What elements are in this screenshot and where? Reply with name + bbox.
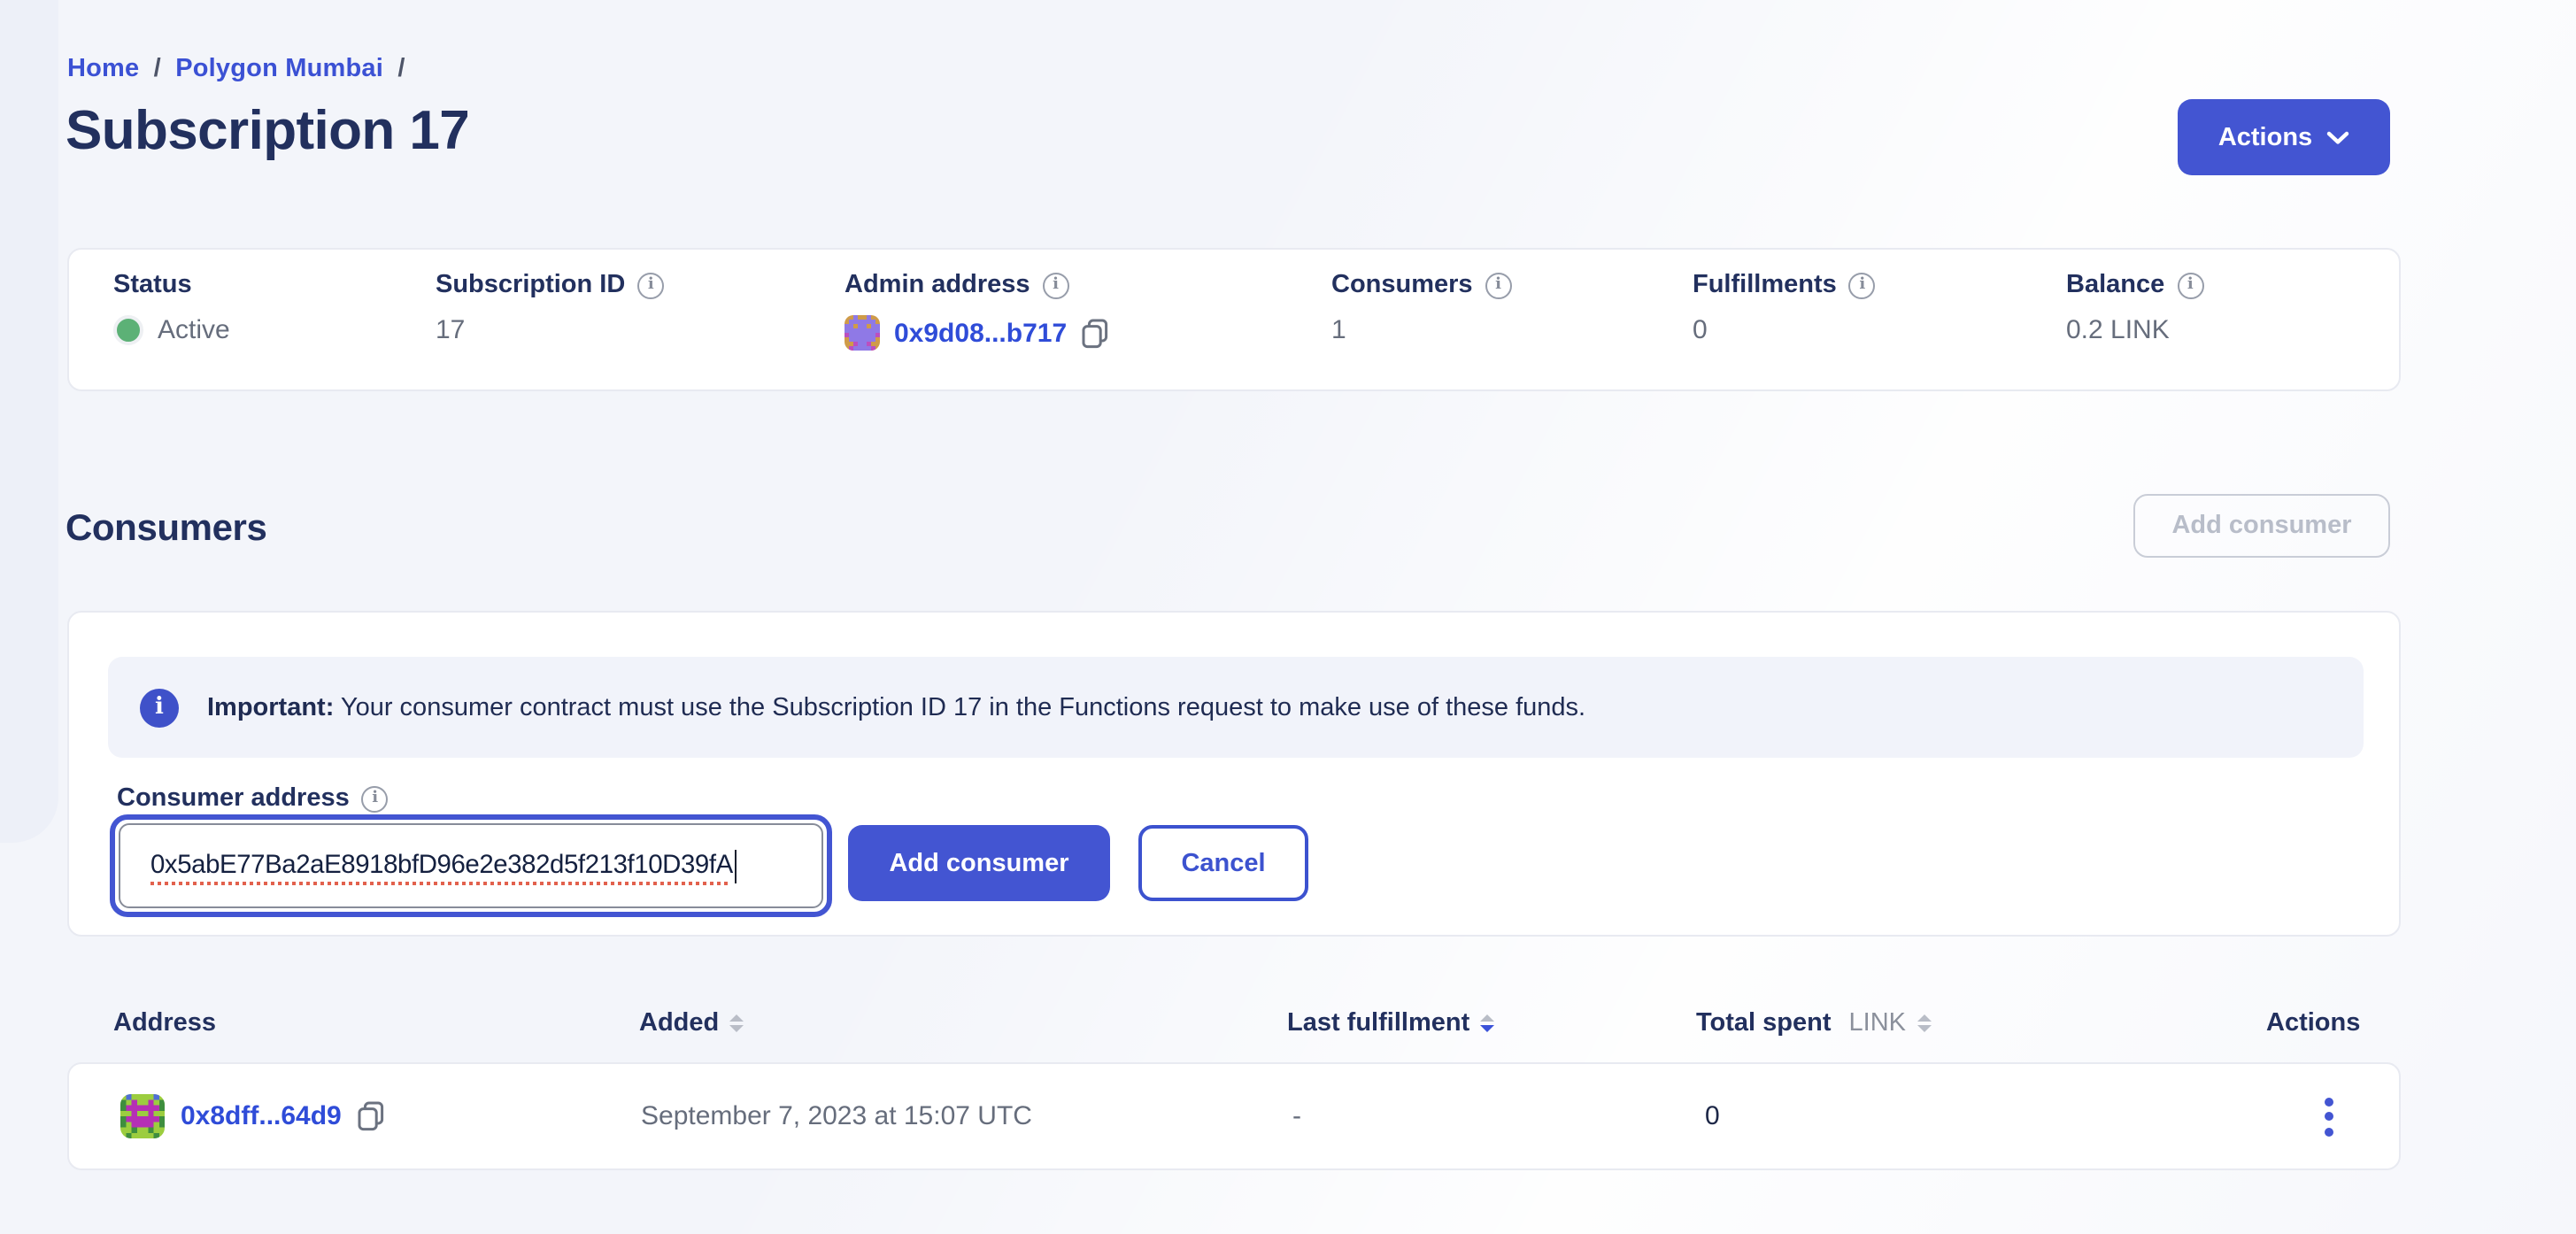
consumer-avatar <box>120 1094 165 1138</box>
fulfillments-value: 0 <box>1693 315 1708 345</box>
balance-label: Balance <box>2066 271 2164 299</box>
info-icon[interactable]: i <box>1485 272 1512 298</box>
info-icon[interactable]: i <box>362 785 389 812</box>
important-banner-text: Important: Your consumer contract must u… <box>207 693 1585 721</box>
consumers-section-title: Consumers <box>66 508 266 551</box>
admin-address-link[interactable]: 0x9d08...b717 <box>894 318 1067 348</box>
admin-address-label: Admin address <box>845 271 1030 299</box>
consumers-table: 0x8dff...64d9 September 7, 2023 at 15:07… <box>67 1062 2401 1170</box>
copy-icon[interactable] <box>358 1101 384 1131</box>
actions-button[interactable]: Actions <box>2178 99 2390 175</box>
consumers-value: 1 <box>1331 315 1346 345</box>
consumer-address-input[interactable]: 0x5abE77Ba2aE8918bfD96e2e382d5f213f10D39… <box>110 814 832 917</box>
sort-icon[interactable] <box>1917 1014 1931 1033</box>
column-header-total-spent[interactable]: Total spent LINK <box>1696 1009 1931 1037</box>
breadcrumb-network-link[interactable]: Polygon Mumbai <box>175 55 383 83</box>
chevron-down-icon <box>2326 130 2349 144</box>
breadcrumb-separator: / <box>147 55 168 83</box>
breadcrumb-separator: / <box>390 55 412 83</box>
subscription-summary-card: Status Active Subscription ID i 17 Admin … <box>67 248 2401 391</box>
subscription-id-label: Subscription ID <box>436 271 625 299</box>
text-caret <box>735 849 737 883</box>
add-consumer-submit-button[interactable]: Add consumer <box>848 825 1110 901</box>
table-row: 0x8dff...64d9 September 7, 2023 at 15:07… <box>69 1064 2399 1168</box>
consumers-table-header: Address Added Last fulfillment Total spe… <box>67 1009 2401 1048</box>
consumer-address-input-value: 0x5abE77Ba2aE8918bfD96e2e382d5f213f10D39… <box>150 852 733 880</box>
status-label: Status <box>113 271 192 299</box>
cell-actions <box>2318 1064 2341 1168</box>
add-consumer-button-disabled[interactable]: Add consumer <box>2133 494 2390 558</box>
add-consumer-form-card: i Important: Your consumer contract must… <box>67 611 2401 937</box>
column-header-added[interactable]: Added <box>639 1009 744 1037</box>
cell-added: September 7, 2023 at 15:07 UTC <box>641 1064 1032 1168</box>
page-title: Subscription 17 <box>66 99 469 163</box>
column-unit-link: LINK <box>1849 1009 1907 1037</box>
subscription-page: Home / Polygon Mumbai / Subscription 17 … <box>0 0 2576 1234</box>
cell-total-spent: 0 <box>1705 1064 1720 1168</box>
info-icon[interactable]: i <box>1849 272 1876 298</box>
status-active-dot <box>113 315 143 345</box>
sort-icon[interactable] <box>1480 1014 1494 1033</box>
copy-icon[interactable] <box>1081 318 1107 348</box>
background-decoration <box>0 0 58 843</box>
actions-button-label: Actions <box>2218 123 2312 151</box>
column-header-last-fulfillment[interactable]: Last fulfillment <box>1287 1009 1494 1037</box>
cancel-button[interactable]: Cancel <box>1138 825 1308 901</box>
info-icon[interactable]: i <box>637 272 664 298</box>
info-icon[interactable]: i <box>1043 272 1069 298</box>
column-header-address: Address <box>113 1009 216 1037</box>
column-header-actions: Actions <box>2266 1009 2360 1037</box>
fulfillments-label: Fulfillments <box>1693 271 1837 299</box>
cell-last-fulfillment: - <box>1292 1064 1301 1168</box>
kebab-menu-icon[interactable] <box>2318 1090 2341 1143</box>
consumers-label: Consumers <box>1331 271 1473 299</box>
consumer-address-label: Consumer addressi <box>117 784 389 813</box>
important-banner: i Important: Your consumer contract must… <box>108 657 2364 758</box>
cell-address: 0x8dff...64d9 <box>120 1064 384 1168</box>
admin-avatar <box>845 315 880 351</box>
breadcrumb: Home / Polygon Mumbai / <box>67 55 413 83</box>
info-icon: i <box>140 688 179 727</box>
status-value: Active <box>158 315 230 345</box>
breadcrumb-home-link[interactable]: Home <box>67 55 139 83</box>
subscription-id-value: 17 <box>436 315 465 345</box>
consumer-address-link[interactable]: 0x8dff...64d9 <box>181 1101 342 1131</box>
balance-value: 0.2 LINK <box>2066 315 2170 345</box>
info-icon[interactable]: i <box>2177 272 2203 298</box>
sort-icon[interactable] <box>729 1014 744 1033</box>
